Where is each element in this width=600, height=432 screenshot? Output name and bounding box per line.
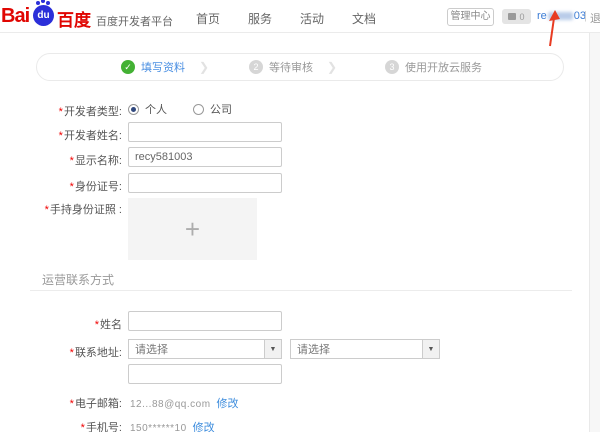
address-detail-input[interactable] (128, 364, 282, 384)
radio-personal[interactable] (128, 104, 139, 115)
required-mark: * (70, 155, 74, 167)
display-name-input[interactable] (128, 147, 282, 167)
phone-edit-link[interactable]: 修改 (193, 422, 215, 432)
main-nav: 首页 服务 活动 文档 (196, 10, 376, 27)
email-row: 12...88@qq.com 修改 (130, 395, 239, 411)
email-value: 12...88@qq.com (130, 399, 211, 410)
step3-label: 使用开放云服务 (405, 59, 482, 75)
message-badge[interactable]: 0 (502, 9, 531, 24)
id-photo-upload[interactable]: + (128, 198, 257, 260)
required-mark: * (81, 422, 85, 432)
developer-name-input[interactable] (128, 122, 282, 142)
contact-section-title: 运营联系方式 (42, 271, 114, 288)
step1-label: 填写资料 (141, 59, 185, 75)
header-separator: | (584, 10, 587, 22)
required-mark: * (70, 181, 74, 193)
username-prefix: re (537, 10, 547, 22)
section-divider (30, 290, 572, 291)
page-right-edge (589, 33, 600, 432)
required-mark: * (59, 106, 63, 118)
step-use-cloud: 3 使用开放云服务 (385, 54, 482, 80)
site-title: 百度开发者平台 (96, 13, 173, 29)
step-wait-review: 2 等待审核 ❯ (249, 54, 337, 80)
developer-type-label: *开发者类型: (22, 103, 122, 119)
address-label: *联系地址: (22, 344, 122, 360)
required-mark: * (70, 347, 74, 359)
plus-icon: + (185, 216, 200, 242)
id-number-input[interactable] (128, 173, 282, 193)
phone-row: 150******10 修改 (130, 419, 215, 432)
progress-steps-bar: ✓ 填写资料 ❯ 2 等待审核 ❯ 3 使用开放云服务 (36, 53, 564, 81)
city-select[interactable]: 请选择 ▼ (290, 339, 440, 359)
id-number-label: *身份证号: (22, 178, 122, 194)
contact-name-label: *姓名 (22, 316, 122, 332)
step2-label: 等待审核 (269, 59, 313, 75)
required-mark: * (59, 130, 63, 142)
top-header: Bai du 百度 百度开发者平台 首页 服务 活动 文档 管理中心 0 re … (0, 0, 600, 33)
radio-personal-label: 个人 (145, 101, 167, 117)
message-icon (508, 13, 516, 20)
baidu-paw-icon: du (33, 5, 54, 26)
radio-company-label: 公司 (210, 101, 232, 117)
logout-link[interactable]: 退出 (590, 10, 600, 26)
baidu-logo-bai: Bai (1, 5, 29, 28)
page: Bai du 百度 百度开发者平台 首页 服务 活动 文档 管理中心 0 re … (0, 0, 600, 432)
nav-item-activities[interactable]: 活动 (300, 10, 324, 27)
city-select-value: 请选择 (291, 341, 422, 357)
province-select-value: 请选择 (129, 341, 264, 357)
chevron-right-icon: ❯ (199, 60, 209, 74)
province-select[interactable]: 请选择 ▼ (128, 339, 282, 359)
step-fill-info: ✓ 填写资料 ❯ (121, 54, 209, 80)
check-icon: ✓ (121, 60, 135, 74)
dropdown-arrow-icon[interactable]: ▼ (264, 340, 281, 358)
username-link[interactable]: re 03 (537, 10, 586, 22)
step3-number-icon: 3 (385, 60, 399, 74)
developer-type-radios: 个人 公司 (128, 101, 232, 117)
baidu-logo-cn: 百度 (57, 6, 91, 31)
email-edit-link[interactable]: 修改 (217, 398, 239, 410)
radio-company[interactable] (193, 104, 204, 115)
email-label: *电子邮箱: (22, 395, 122, 411)
phone-value: 150******10 (130, 423, 187, 432)
required-mark: * (70, 398, 74, 410)
nav-item-home[interactable]: 首页 (196, 10, 220, 27)
developer-name-label: *开发者姓名: (22, 127, 122, 143)
username-blur (548, 12, 573, 20)
chevron-right-icon: ❯ (327, 60, 337, 74)
display-name-label: *显示名称: (22, 152, 122, 168)
contact-name-input[interactable] (128, 311, 282, 331)
manage-center-button[interactable]: 管理中心 (447, 8, 494, 26)
nav-item-services[interactable]: 服务 (248, 10, 272, 27)
dropdown-arrow-icon[interactable]: ▼ (422, 340, 439, 358)
required-mark: * (45, 204, 49, 216)
phone-label: *手机号: (22, 419, 122, 432)
step2-number-icon: 2 (249, 60, 263, 74)
nav-item-docs[interactable]: 文档 (352, 10, 376, 27)
id-photo-label: *手持身份证照 : (22, 201, 122, 217)
required-mark: * (95, 319, 99, 331)
message-count: 0 (519, 12, 524, 22)
